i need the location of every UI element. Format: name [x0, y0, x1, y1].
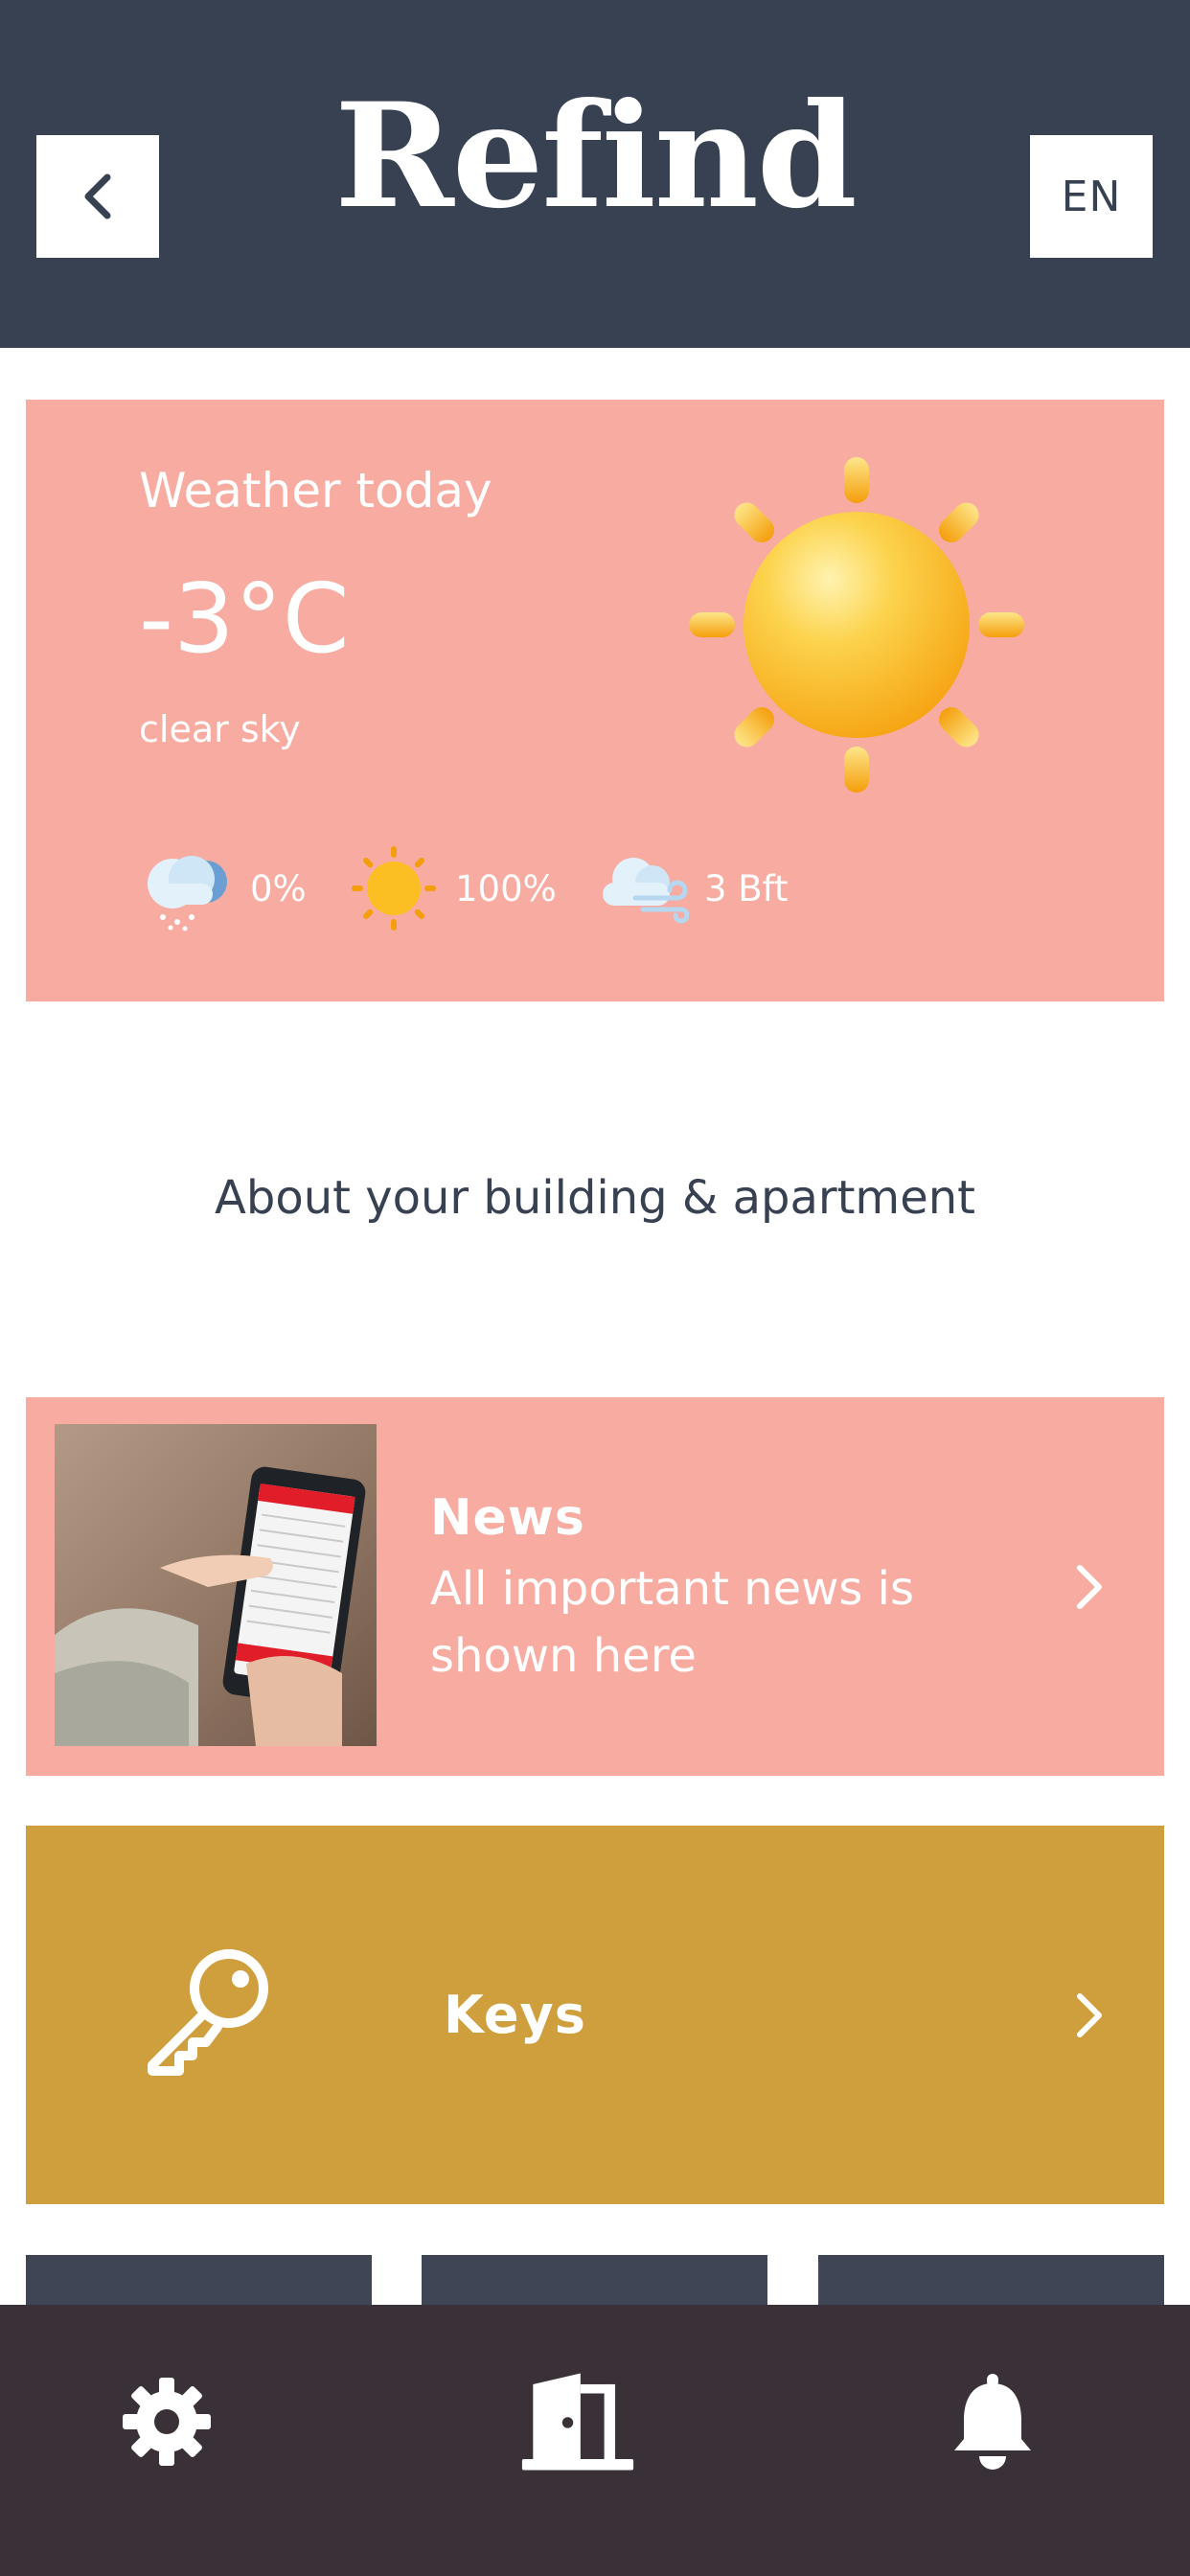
tile-2[interactable]: [422, 2255, 767, 2312]
app-header: Refind EN: [0, 0, 1190, 348]
news-text: All important news is shown here: [430, 1562, 914, 1683]
weather-title: Weather today: [139, 463, 492, 518]
news-photo: [55, 1424, 377, 1746]
sun-icon: [352, 846, 436, 931]
weather-temperature: -3°C: [139, 563, 350, 675]
sun-icon: [689, 457, 1024, 793]
app-logo: Refind: [334, 72, 858, 241]
precipitation-value: 0%: [250, 867, 307, 909]
sunshine-value: 100%: [455, 867, 557, 909]
news-card[interactable]: News All important news is shown here: [26, 1397, 1164, 1776]
key-icon: [148, 1949, 268, 2076]
precipitation-stat: 0%: [139, 840, 307, 936]
tile-1[interactable]: [26, 2255, 372, 2312]
weather-card: Weather today -3°C clear sky 0% 100% 3 B…: [26, 400, 1164, 1001]
wind-stat: 3 Bft: [597, 840, 789, 936]
nav-apartment[interactable]: [520, 2364, 635, 2479]
nav-settings[interactable]: [109, 2364, 224, 2479]
language-label: EN: [1061, 172, 1122, 221]
language-button[interactable]: EN: [1030, 135, 1153, 258]
weather-description: clear sky: [139, 708, 301, 750]
snow-cloud-icon: [148, 856, 227, 932]
gear-icon: [123, 2378, 211, 2466]
keys-card[interactable]: Keys: [26, 1826, 1164, 2204]
sunshine-stat: 100%: [348, 840, 557, 936]
nav-notifications[interactable]: [935, 2364, 1050, 2479]
chevron-right-icon: [1077, 1993, 1102, 2037]
chevron-right-icon: [1077, 1565, 1102, 1609]
wind-value: 3 Bft: [704, 867, 789, 909]
news-title: News: [430, 1489, 585, 1547]
wind-cloud-icon: [603, 858, 689, 924]
tile-3[interactable]: [818, 2255, 1164, 2312]
door-icon: [521, 2373, 634, 2471]
bell-icon: [954, 2374, 1031, 2470]
keys-label: Keys: [444, 1985, 586, 2045]
section-title: About your building & apartment: [215, 1171, 975, 1225]
bottom-navigation: [0, 2305, 1190, 2576]
